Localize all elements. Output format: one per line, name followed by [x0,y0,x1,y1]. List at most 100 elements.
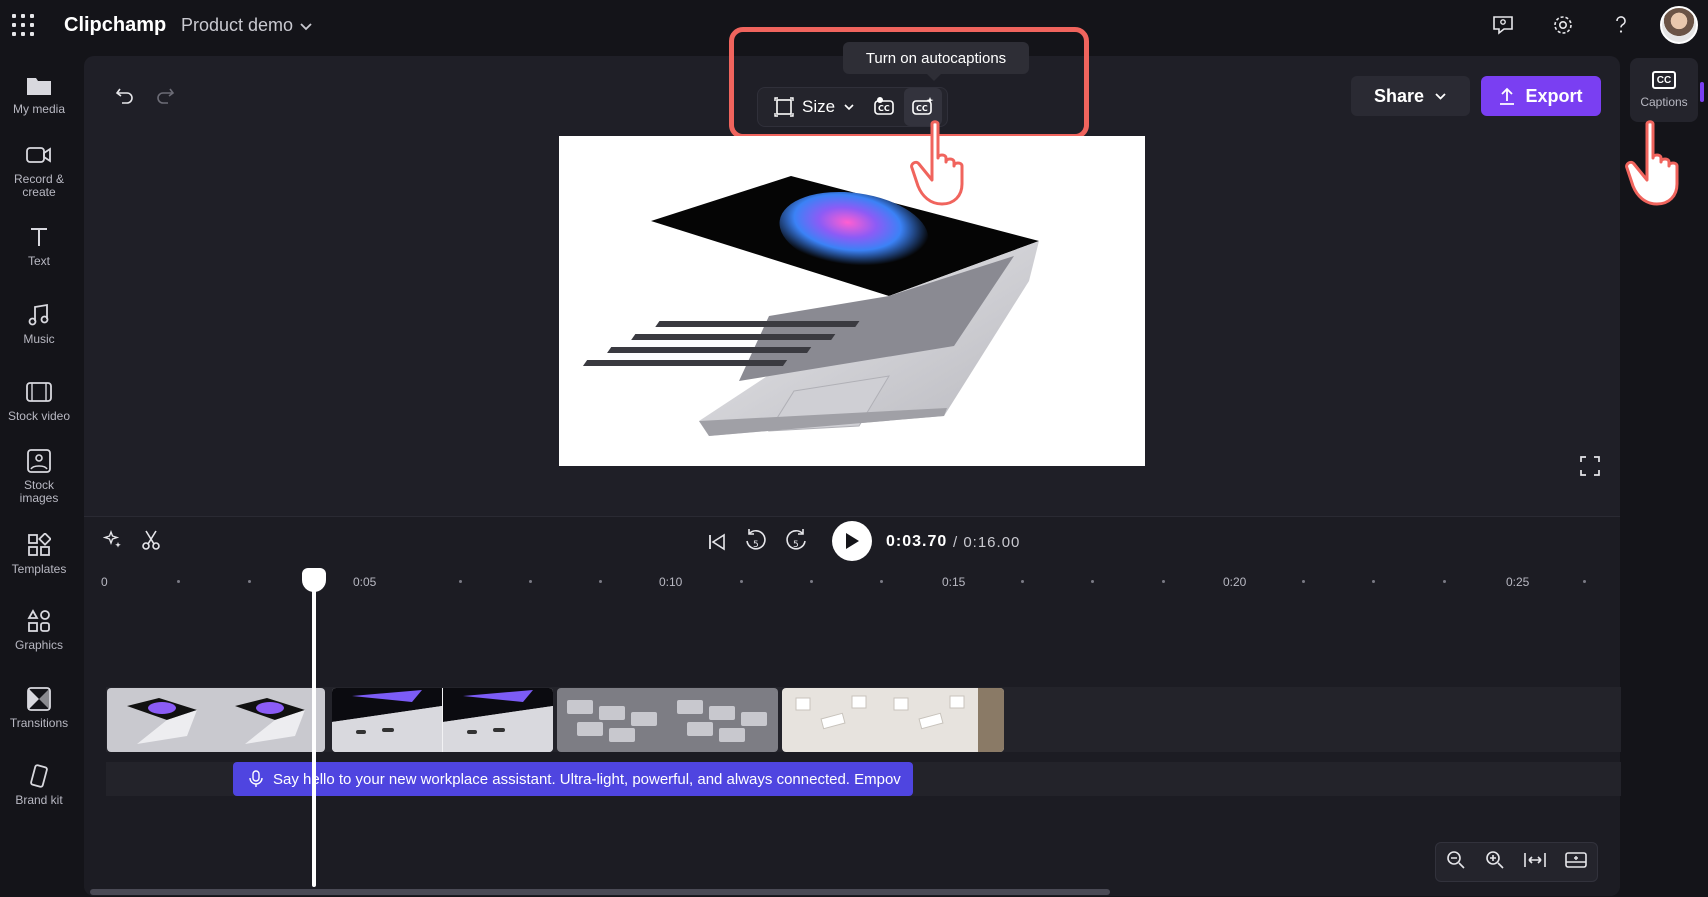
rail-item-my-media[interactable]: My media [0,70,78,116]
rail-item-stock-video[interactable]: Stock video [0,377,78,423]
forward-seconds: 5 [793,540,799,550]
upload-icon [1500,87,1515,105]
rail-item-transitions[interactable]: Transitions [0,684,78,730]
share-button[interactable]: Share [1351,76,1470,116]
transitions-icon [24,684,54,714]
zoom-out-icon[interactable] [1446,850,1466,875]
camera-icon [24,140,54,170]
clip-thumbnail [107,688,325,752]
microphone-icon [249,770,263,787]
project-name-dropdown[interactable]: Product demo [181,15,313,36]
chevron-down-icon [844,104,854,111]
video-clip-1[interactable] [107,688,325,752]
ruler-label: 0:25 [1506,575,1530,589]
ruler-tick [1161,580,1165,583]
export-button[interactable]: Export [1481,76,1601,116]
rail-item-text[interactable]: Text [0,222,78,268]
zoom-in-icon[interactable] [1485,850,1505,875]
video-preview[interactable] [559,136,1145,466]
captions-active-indicator [1700,82,1704,102]
size-label: Size [802,97,836,116]
export-label: Export [1525,85,1583,106]
resize-icon [774,97,794,117]
total-time: / 0:16.00 [953,534,1021,551]
music-icon [24,300,54,330]
rail-item-stock-images[interactable]: Stock images [0,446,78,505]
text-icon [24,222,54,252]
avatar[interactable] [1660,6,1698,44]
rail-label: Music [23,332,55,346]
rail-item-music[interactable]: Music [0,300,78,346]
share-label: Share [1373,85,1425,106]
fullscreen-icon[interactable] [1580,456,1602,478]
play-icon [846,533,859,549]
caption-clip[interactable]: Say hello to your new workplace assistan… [233,762,913,796]
forward-5-icon[interactable]: 5 [782,527,810,555]
playhead[interactable] [312,580,316,887]
ruler-tick [739,580,743,583]
autocaptions-tooltip: Turn on autocaptions [843,42,1029,81]
rail-label: Brand kit [15,793,63,807]
ruler-label: 0:05 [353,575,377,589]
rail-item-templates[interactable]: Templates [0,530,78,576]
rail-label: Record & create [13,172,65,199]
rail-label: Text [27,254,50,268]
fit-timeline-icon[interactable] [1524,851,1546,874]
folder-icon [24,70,54,100]
skip-to-start-icon[interactable] [704,529,730,555]
laptop-image [582,176,1039,436]
rail-item-graphics[interactable]: Graphics [0,606,78,652]
ruler-tick [528,580,532,583]
autocaptions-icon: CC [912,97,934,115]
rail-item-record-create[interactable]: Record & create [0,140,78,199]
clip-thumbnail [782,688,1004,752]
ruler-label: 0:15 [942,575,966,589]
video-clip-2[interactable] [332,688,553,752]
rail-label: Graphics [14,638,64,652]
size-button[interactable]: Size [758,97,866,117]
app-brand: Clipchamp [64,14,167,36]
scissors-icon[interactable] [138,527,164,553]
settings-icon[interactable] [1550,12,1576,38]
video-clip-4[interactable] [782,688,1004,752]
rail-item-brand-kit[interactable]: Brand kit [0,761,78,807]
svg-text:CC: CC [916,104,928,113]
timeline-view-icon[interactable] [1565,851,1588,874]
feedback-icon[interactable] [1490,12,1516,38]
templates-icon [24,530,54,560]
caption-style-button[interactable]: CC [866,88,904,126]
redo-icon[interactable] [152,82,178,108]
ruler-label: 0:10 [659,575,683,589]
clip-thumbnail [332,688,553,752]
rail-label: My media [12,102,65,116]
playhead-handle[interactable] [302,568,326,592]
ruler-tick [1442,580,1446,583]
pointer-hand-icon [1625,120,1679,206]
play-button[interactable] [832,521,872,561]
image-icon [24,446,54,476]
undo-icon[interactable] [112,82,138,108]
pointer-hand-icon [910,120,964,206]
captions-label: Captions [1640,95,1688,109]
rewind-seconds: 5 [753,540,759,550]
rail-label: Transitions [9,716,69,730]
chevron-down-icon [1435,92,1446,100]
ruler-label: 0:20 [1223,575,1247,589]
graphics-icon [24,606,54,636]
timeline-scrollbar[interactable] [90,889,1110,895]
rewind-5-icon[interactable]: 5 [742,527,770,555]
video-clip-3[interactable] [557,688,778,752]
left-rail: My media Record & create Text Music Stoc… [0,52,78,897]
project-name: Product demo [181,15,294,35]
cc-icon: CC [1652,71,1676,89]
clip-thumbnail [557,688,778,752]
apps-grid-icon[interactable] [12,14,34,36]
brand-kit-icon [24,761,54,791]
rail-label: Stock images [19,478,59,505]
help-icon[interactable] [1608,12,1634,38]
current-time: 0:03.70 [886,533,948,550]
chevron-down-icon [300,22,312,30]
zoom-controls [1435,842,1598,882]
magic-tools-icon[interactable] [100,527,126,553]
captions-panel-button[interactable]: CC Captions [1630,58,1698,122]
